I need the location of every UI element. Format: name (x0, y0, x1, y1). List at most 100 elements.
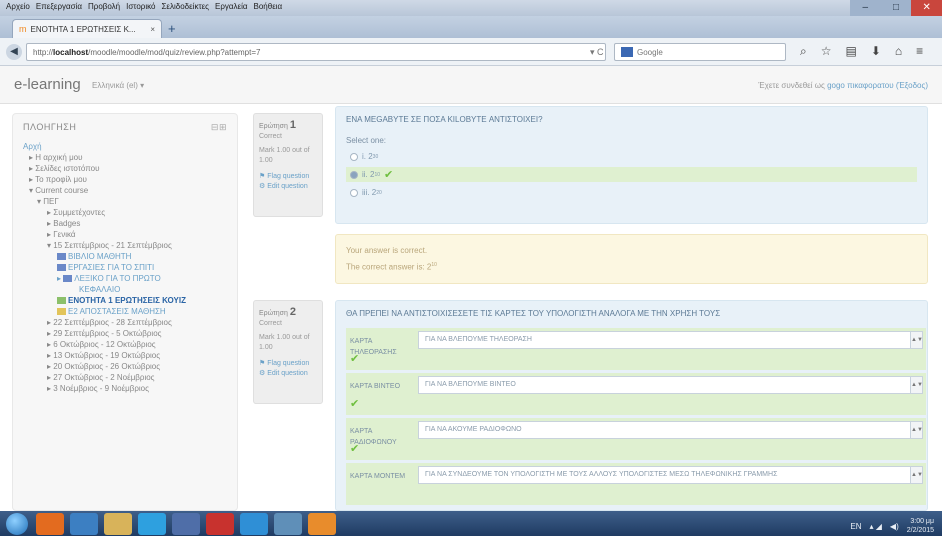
home-icon[interactable]: ⌂ (895, 44, 902, 59)
navigation-bar: ◀ http://localhost/moodle/moodle/mod/qui… (0, 38, 942, 66)
nav-week-8[interactable]: ▸ 3 Νοέμβριος - 9 Νοέμβριος (23, 383, 227, 394)
question-2-info: Ερώτηση 2 Correct Mark 1.00 out of 1.00 … (253, 300, 323, 404)
menu-tools[interactable]: Εργαλεία (215, 2, 247, 11)
nav-glossary-cont[interactable]: ΚΕΦΑΛΑΙΟ (23, 284, 227, 295)
bookmarks-menu-icon[interactable]: ▤ (846, 44, 857, 59)
nav-week-4[interactable]: ▸ 6 Οκτώβριος - 12 Οκτώβριος (23, 339, 227, 350)
bookmark-star-icon[interactable]: ☆ (821, 44, 832, 59)
menu-edit[interactable]: Επεξεργασία (36, 2, 82, 11)
word-icon[interactable] (274, 513, 302, 535)
search-input[interactable]: Google (614, 43, 786, 61)
lesson-icon (57, 308, 66, 315)
close-window-icon[interactable]: ✕ (911, 0, 942, 16)
radio-button[interactable] (350, 152, 358, 161)
nav-student-book[interactable]: ΒΙΒΛΙΟ ΜΑΘΗΤΗ (23, 251, 227, 262)
nav-week-1[interactable]: ▾ 15 Σεπτέμβριος - 21 Σεπτέμβριος (23, 240, 227, 251)
site-brand[interactable]: e-learning (14, 76, 81, 93)
clock[interactable]: 3:00 μμ 2/2/2015 (907, 517, 934, 535)
nav-week-3[interactable]: ▸ 29 Σεπτέμβριος - 5 Οκτώβριος (23, 328, 227, 339)
nav-week-6[interactable]: ▸ 20 Οκτώβριος - 26 Οκτώβριος (23, 361, 227, 372)
correct-check-icon: ✔ (350, 353, 360, 365)
nav-week-2[interactable]: ▸ 22 Σεπτέμβριος - 28 Σεπτέμβριος (23, 317, 227, 328)
network-icon[interactable]: ▴ ◢ (870, 522, 882, 531)
file-explorer-icon[interactable] (104, 513, 132, 535)
book-icon (57, 253, 66, 260)
skype-icon[interactable] (138, 513, 166, 535)
firefox-window-icon[interactable] (308, 513, 336, 535)
browser-menus: Αρχείο Επεξεργασία Προβολή Ιστορικό Σελι… (6, 2, 282, 11)
match-select[interactable]: ΓΙΑ ΝΑ ΒΛΕΠΟΥΜΕ ΒΙΝΤΕΟ ▲▼ (418, 376, 923, 394)
nav-course-peg[interactable]: ▾ ΠΕΓ (23, 196, 227, 207)
download-icon[interactable]: ⬇ (871, 44, 881, 59)
question-text: ΘΑ ΠΡΕΠΕΙ ΝΑ ΑΝΤΙΣΤΟΙΧΙΣΕΣΕΤΕ ΤΙΣ ΚΑΡΤΕΣ… (346, 309, 721, 318)
nav-current-course[interactable]: ▾ Current course (23, 185, 227, 196)
menu-file[interactable]: Αρχείο (6, 2, 30, 11)
volume-icon[interactable]: ◀) (890, 522, 899, 531)
radio-button[interactable] (350, 188, 358, 197)
maximize-icon[interactable]: □ (880, 0, 912, 16)
language-menu[interactable]: Ελληνικά (el) ▾ (92, 81, 144, 90)
nav-quiz-current[interactable]: ΕΝΟΤΗΤΑ 1 ΕΡΩΤΗΣΕΙΣ ΚΟΥΙΖ (23, 295, 227, 306)
login-user-link[interactable]: gogo πικαφορατου (Έξοδος) (827, 81, 928, 90)
feedback-text: Your answer is correct. (346, 246, 428, 255)
flag-question-link[interactable]: ⚑ Flag question (259, 172, 317, 182)
menu-bookmarks[interactable]: Σελιδοδείκτες (161, 2, 209, 11)
quiz-icon (57, 297, 66, 304)
internet-explorer-icon[interactable] (240, 513, 268, 535)
new-tab-icon[interactable]: + (168, 21, 176, 36)
close-tab-icon[interactable]: × (150, 25, 155, 34)
block-controls-icon[interactable]: ⊟⊞ (211, 122, 227, 133)
nav-week-7[interactable]: ▸ 27 Οκτώβριος - 2 Νοέμβριος (23, 372, 227, 383)
nav-participants[interactable]: ▸ Συμμετέχοντες (23, 207, 227, 218)
match-row: ΚΑΡΤΑ ΡΑΔΙΟΦΩΝΟΥ ΓΙΑ ΝΑ ΑΚΟΥΜΕ ΡΑΔΙΟΦΩΝΟ… (346, 418, 926, 460)
edit-question-link[interactable]: ⚙ Edit question (259, 369, 317, 379)
acrobat-icon[interactable] (206, 513, 234, 535)
toolbar-icons: ⌕ ☆ ▤ ⬇ ⌂ ≡ (800, 44, 923, 59)
language-indicator[interactable]: EN (850, 522, 861, 531)
login-info: Έχετε συνδεθεί ως gogo πικαφορατου (Έξοδ… (758, 81, 928, 90)
radio-button-checked[interactable] (350, 170, 358, 179)
correct-check-icon: ✔ (350, 398, 360, 410)
tab-bar: m ΕΝΟΤΗΤΑ 1 ΕΡΩΤΗΣΕΙΣ Κ... × + (0, 16, 942, 38)
chrome-icon[interactable] (172, 513, 200, 535)
nav-homework[interactable]: ΕΡΓΑΣΙΕΣ ΓΙΑ ΤΟ ΣΠΙΤΙ (23, 262, 227, 273)
search-icon[interactable]: ⌕ (800, 44, 807, 59)
windows-taskbar: EN ▴ ◢ ◀) 3:00 μμ 2/2/2015 (0, 511, 942, 536)
question-state: Correct (259, 320, 282, 327)
nav-profile[interactable]: ▸ Το προφίλ μου (23, 174, 227, 185)
reload-icon[interactable]: ▾ C (590, 47, 604, 58)
nav-site-pages[interactable]: ▸ Σελίδες ιστοτόπου (23, 163, 227, 174)
window-controls: – □ ✕ (850, 0, 942, 16)
tab-quiz-review[interactable]: m ΕΝΟΤΗΤΑ 1 ΕΡΩΤΗΣΕΙΣ Κ... × (12, 19, 162, 38)
question-1-content: ΕΝΑ ΜΕGABYTE ΣΕ ΠΟΣΑ KILOBYTE ΑΝΤΙΣΤΟΙΧΕ… (335, 106, 928, 224)
answer-option[interactable]: iii. 2 20 (346, 185, 917, 200)
firefox-icon[interactable] (36, 513, 64, 535)
login-text: Έχετε συνδεθεί ως (758, 81, 825, 90)
nav-glossary[interactable]: ▸ ΛΕΞΙΚΟ ΓΙΑ ΤΟ ΠΡΩΤΟ (23, 273, 227, 284)
media-player-icon[interactable] (70, 513, 98, 535)
match-select[interactable]: ΓΙΑ ΝΑ ΒΛΕΠΟΥΜΕ ΤΗΛΕΟΡΑΣΗ ▲▼ (418, 331, 923, 349)
menu-icon[interactable]: ≡ (916, 44, 923, 59)
edit-question-link[interactable]: ⚙ Edit question (259, 182, 317, 192)
nav-badges[interactable]: ▸ Badges (23, 218, 227, 229)
back-icon[interactable]: ◀ (6, 44, 22, 60)
match-label: ΚΑΡΤΑ ΡΑΔΙΟΦΩΝΟΥ (350, 428, 397, 446)
match-row: ΚΑΡΤΑ ΤΗΛΕΟΡΑΣΗΣ ΓΙΑ ΝΑ ΒΛΕΠΟΥΜΕ ΤΗΛΕΟΡΑ… (346, 328, 926, 370)
address-bar[interactable]: http://localhost/moodle/moodle/mod/quiz/… (26, 43, 606, 61)
nav-home[interactable]: Αρχή (23, 141, 227, 152)
match-select[interactable]: ΓΙΑ ΝΑ ΣΥΝΔΕΟΥΜΕ ΤΟΝ ΥΠΟΛΟΓΙΣΤΗ ΜΕ ΤΟΥΣ … (418, 466, 923, 484)
question-grade: Mark 1.00 out of 1.00 (259, 334, 310, 351)
answer-option[interactable]: i. 2 30 (346, 149, 917, 164)
nav-general[interactable]: ▸ Γενικά (23, 229, 227, 240)
flag-question-link[interactable]: ⚑ Flag question (259, 359, 317, 369)
menu-view[interactable]: Προβολή (88, 2, 120, 11)
nav-distance-learning[interactable]: Ε2 ΑΠΟΣΤΑΣΕΙΣ ΜΑΘΗΣΗ (23, 306, 227, 317)
nav-week-5[interactable]: ▸ 13 Οκτώβριος - 19 Οκτώβριος (23, 350, 227, 361)
start-button-icon[interactable] (6, 513, 28, 535)
minimize-icon[interactable]: – (850, 0, 881, 16)
nav-dashboard[interactable]: ▸ Η αρχική μου (23, 152, 227, 163)
answer-option-selected[interactable]: ii. 2 10 ✔ (346, 167, 917, 182)
match-select[interactable]: ΓΙΑ ΝΑ ΑΚΟΥΜΕ ΡΑΔΙΟΦΩΝΟ ▲▼ (418, 421, 923, 439)
menu-history[interactable]: Ιστορικό (126, 2, 155, 11)
menu-help[interactable]: Βοήθεια (254, 2, 283, 11)
